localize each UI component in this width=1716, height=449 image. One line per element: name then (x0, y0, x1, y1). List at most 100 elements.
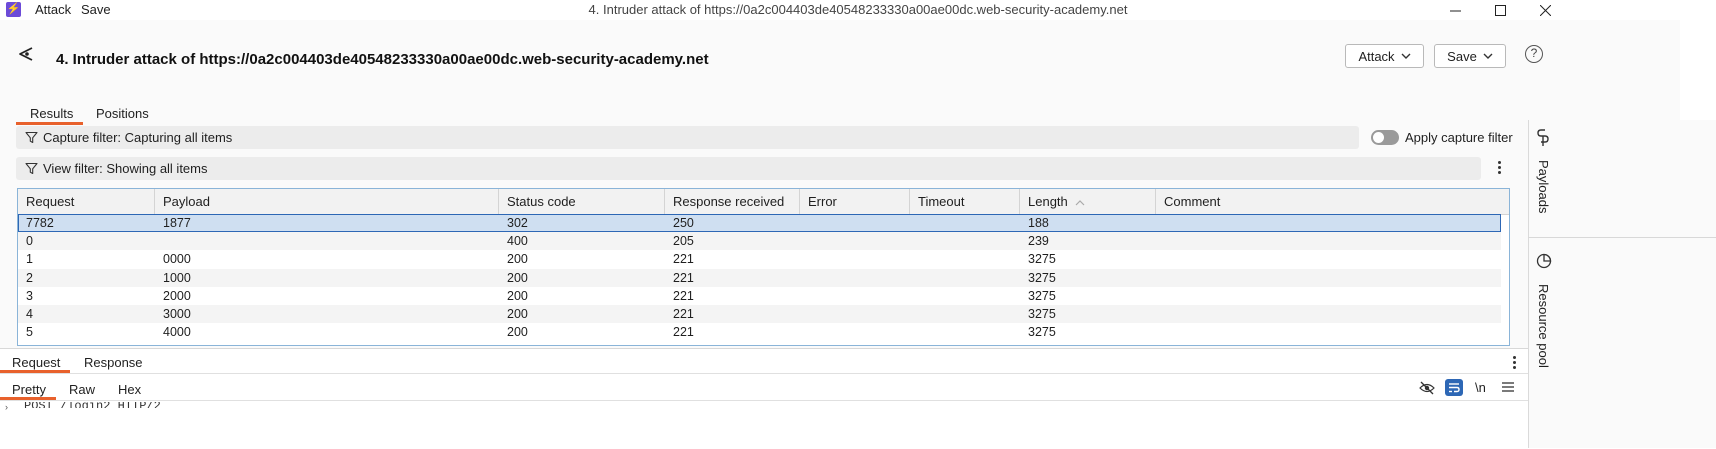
cell-payload: 1877 (163, 216, 191, 230)
column-header-error[interactable]: Error (800, 189, 910, 214)
column-header-payload[interactable]: Payload (155, 189, 499, 214)
table-row[interactable]: 0 400 205 239 (18, 232, 1501, 251)
cell-length: 3275 (1028, 307, 1056, 321)
table-row[interactable]: 1 0000 200 221 3275 (18, 250, 1501, 268)
column-header-length[interactable]: Length (1020, 189, 1156, 214)
divider (0, 373, 1530, 374)
cell-status-code: 200 (507, 288, 528, 303)
cell-length: 3275 (1028, 252, 1056, 267)
menu-attack[interactable]: Attack (35, 2, 71, 17)
column-header-response-received[interactable]: Response received (665, 189, 800, 214)
cell-length: 188 (1028, 216, 1049, 230)
request-code-line[interactable]: POST /login2 HTTP/2 (24, 402, 161, 408)
cell-status-code: 200 (507, 252, 528, 267)
cell-payload: 0000 (163, 252, 191, 267)
save-dropdown-button[interactable]: Save (1434, 44, 1506, 68)
cell-status-code: 302 (507, 216, 528, 230)
cell-payload: 1000 (163, 270, 191, 285)
page-title: 4. Intruder attack of https://0a2c004403… (56, 51, 709, 68)
column-header-status-code[interactable]: Status code (499, 189, 665, 214)
cell-payload: 3000 (163, 307, 191, 321)
subtab-hex[interactable]: Hex (118, 382, 141, 397)
table-row[interactable]: 2 1000 200 221 3275 (18, 268, 1501, 287)
sidebar-tab-resource-pool[interactable]: Resource pool (1536, 284, 1551, 368)
cell-request: 0 (26, 234, 33, 249)
sidebar-tab-payloads[interactable]: Payloads (1536, 160, 1551, 213)
column-header-timeout[interactable]: Timeout (910, 189, 1020, 214)
minimize-icon (1449, 10, 1461, 11)
column-header-comment[interactable]: Comment (1156, 189, 1501, 214)
subtab-pretty[interactable]: Pretty (12, 382, 46, 397)
cell-comment (1156, 287, 1164, 305)
right-sidebar (1528, 120, 1716, 448)
cell-comment (1156, 269, 1164, 287)
attack-dropdown-button[interactable]: Attack (1345, 44, 1424, 68)
cell-request: 5 (26, 325, 33, 340)
sort-ascending-icon (1075, 200, 1085, 206)
cell-error (800, 269, 808, 287)
divider (0, 400, 1530, 401)
chevron-right-icon[interactable]: › (5, 402, 8, 412)
cell-error (800, 305, 808, 323)
cell-payload: 4000 (163, 325, 191, 340)
cell-length: 3275 (1028, 270, 1056, 285)
attack-button-label: Attack (1358, 48, 1395, 64)
capture-filter-text: Capture filter: Capturing all items (43, 130, 233, 145)
minimize-button[interactable] (1432, 0, 1478, 20)
column-header-length-label: Length (1028, 194, 1068, 209)
message-editor-panel (0, 348, 1680, 449)
view-filter-bar[interactable]: View filter: Showing all items (16, 157, 1481, 180)
resource-pool-icon (1536, 253, 1552, 272)
newline-toggle[interactable]: \n (1475, 380, 1486, 395)
table-row[interactable]: 3 2000 200 221 3275 (18, 287, 1501, 305)
maximize-button[interactable] (1477, 0, 1523, 20)
cell-status-code: 400 (507, 234, 528, 249)
table-row[interactable]: 5 4000 200 221 3275 (18, 323, 1501, 341)
cell-comment (1156, 250, 1164, 268)
more-options-icon[interactable] (1497, 161, 1501, 174)
more-options-icon[interactable] (1512, 356, 1516, 369)
apply-capture-filter-label: Apply capture filter (1405, 130, 1513, 145)
subtab-raw[interactable]: Raw (69, 382, 95, 397)
cell-comment (1156, 232, 1164, 250)
cell-error (800, 287, 808, 305)
hamburger-menu-icon[interactable] (1500, 380, 1516, 394)
menu-save[interactable]: Save (81, 2, 111, 17)
cell-length: 3275 (1028, 288, 1056, 303)
active-tab-indicator (16, 122, 83, 125)
cell-timeout (910, 250, 918, 268)
results-table: Request Payload Status code Response rec… (17, 188, 1510, 346)
capture-filter-bar[interactable]: Capture filter: Capturing all items (16, 126, 1359, 149)
close-button[interactable] (1522, 0, 1568, 20)
apply-capture-filter-toggle[interactable] (1371, 130, 1399, 145)
burp-logo-icon: ⚡ (6, 2, 21, 17)
cell-length: 3275 (1028, 325, 1056, 340)
hide-nonprintable-icon[interactable] (1418, 380, 1436, 396)
table-row[interactable]: 7782 1877 302 250 188 (18, 214, 1501, 233)
word-wrap-icon[interactable] (1445, 379, 1463, 396)
sidebar-border (1528, 120, 1529, 448)
cell-comment (1156, 305, 1164, 323)
table-row[interactable]: 4 3000 200 221 3275 (18, 305, 1501, 324)
cell-timeout (910, 232, 918, 250)
tab-results[interactable]: Results (30, 106, 73, 121)
tab-positions[interactable]: Positions (96, 106, 149, 121)
column-header-request[interactable]: Request (18, 189, 155, 214)
cell-length: 239 (1028, 234, 1049, 249)
cell-response-received: 205 (673, 234, 694, 249)
cell-error (800, 323, 808, 341)
cell-response-received: 221 (673, 270, 694, 285)
tab-request[interactable]: Request (12, 355, 60, 370)
cell-comment (1156, 215, 1164, 233)
cell-response-received: 221 (673, 307, 694, 321)
cell-comment (1156, 323, 1164, 341)
cell-response-received: 221 (673, 288, 694, 303)
tab-response[interactable]: Response (84, 355, 143, 370)
cell-status-code: 200 (507, 270, 528, 285)
intruder-target-icon (17, 45, 35, 66)
filter-icon (25, 131, 38, 144)
payloads-icon (1536, 128, 1550, 151)
close-icon (1539, 4, 1551, 16)
help-icon[interactable]: ? (1525, 45, 1543, 63)
cell-error (800, 215, 808, 233)
